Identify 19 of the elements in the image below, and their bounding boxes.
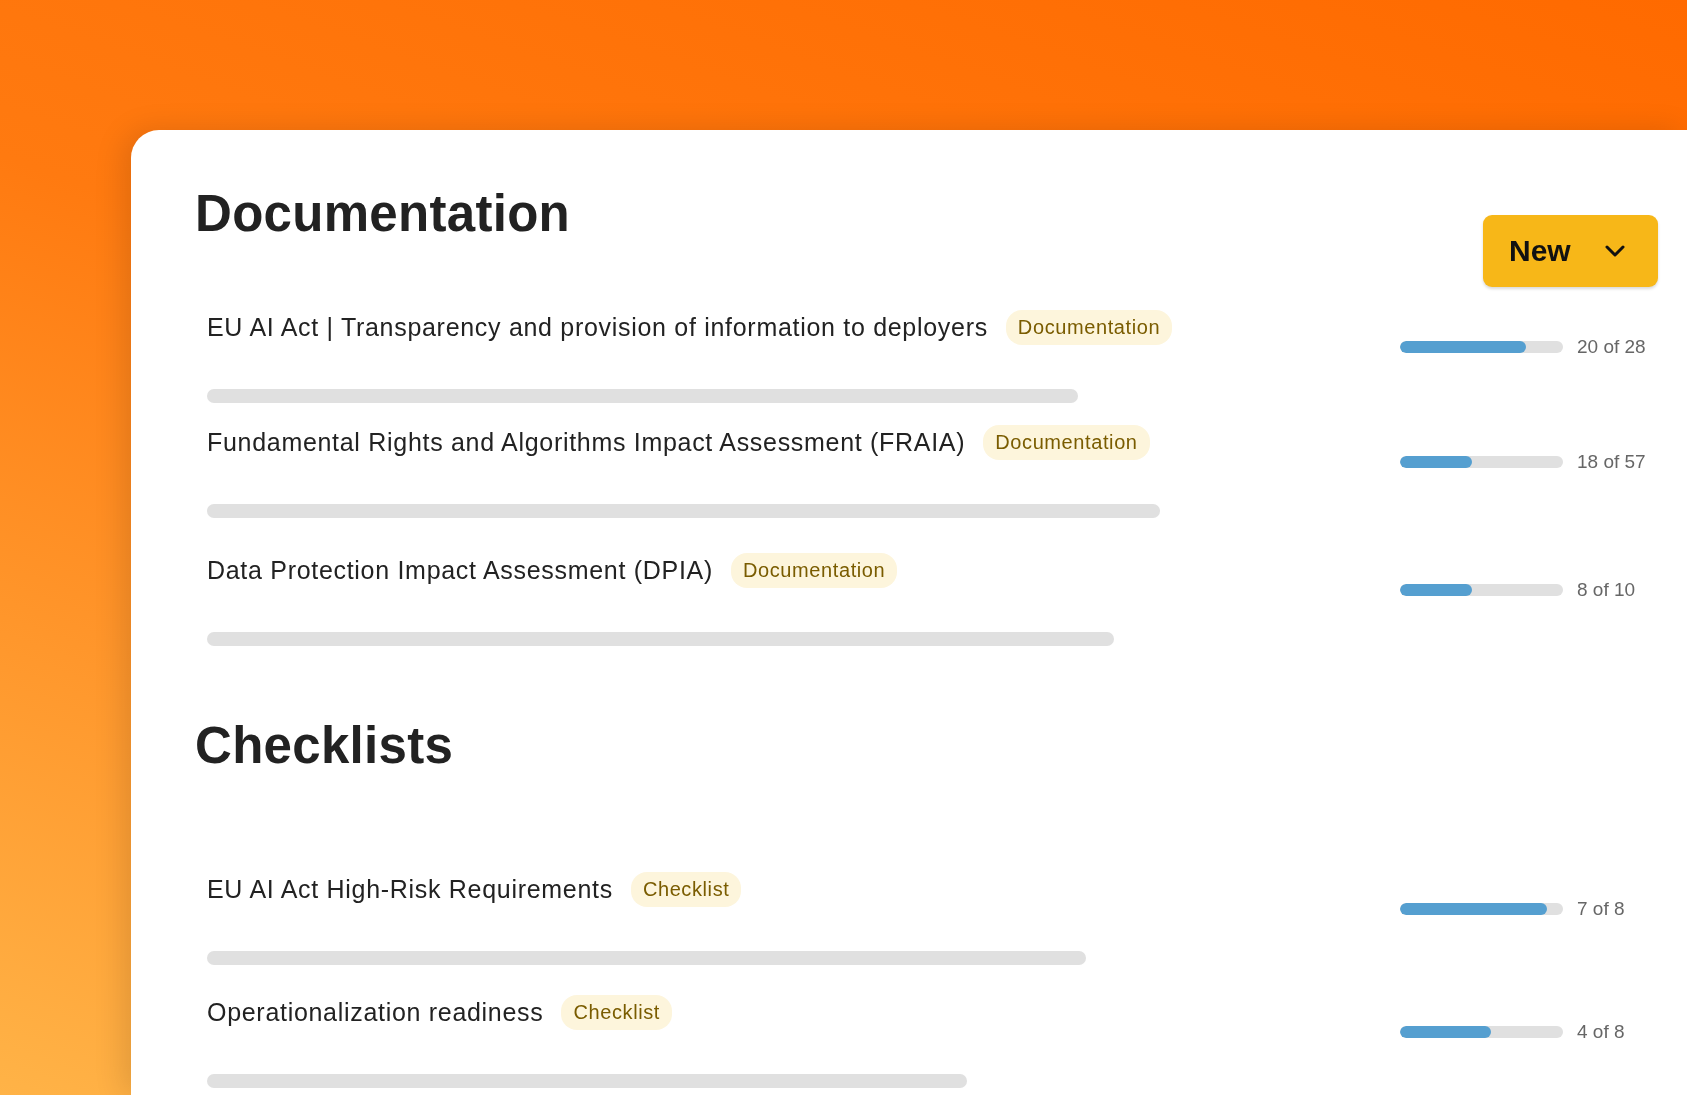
type-badge: Documentation — [730, 552, 898, 588]
progress-reading: 4 of 8 — [1577, 1021, 1625, 1043]
progress-reading: 7 of 8 — [1577, 898, 1625, 920]
progress-reading: 8 of 10 — [1577, 579, 1636, 601]
type-badge: Documentation — [1005, 309, 1173, 345]
progress-reading: 20 of 28 — [1577, 336, 1646, 358]
type-badge: Checklist — [561, 994, 672, 1030]
document-title[interactable]: Data Protection Impact Assessment (DPIA) — [207, 555, 713, 585]
section-heading: Checklists — [195, 716, 454, 775]
chevron-down-icon — [1604, 245, 1625, 257]
document-title[interactable]: Fundamental Rights and Algorithms Impact Assessment (FRAIA) — [207, 427, 966, 457]
document-title[interactable]: EU AI Act | Transparency and provision of information to deployers — [207, 312, 988, 342]
type-badge: Checklist — [630, 871, 742, 907]
type-badge: Documentation — [983, 424, 1150, 460]
document-title[interactable]: Operationalization readiness — [207, 997, 544, 1027]
document-title[interactable]: EU AI Act High-Risk Requirements — [207, 874, 613, 904]
new-button[interactable]: New — [1483, 215, 1658, 287]
section-heading: Documentation — [195, 184, 571, 243]
progress-reading: 18 of 57 — [1577, 451, 1646, 473]
